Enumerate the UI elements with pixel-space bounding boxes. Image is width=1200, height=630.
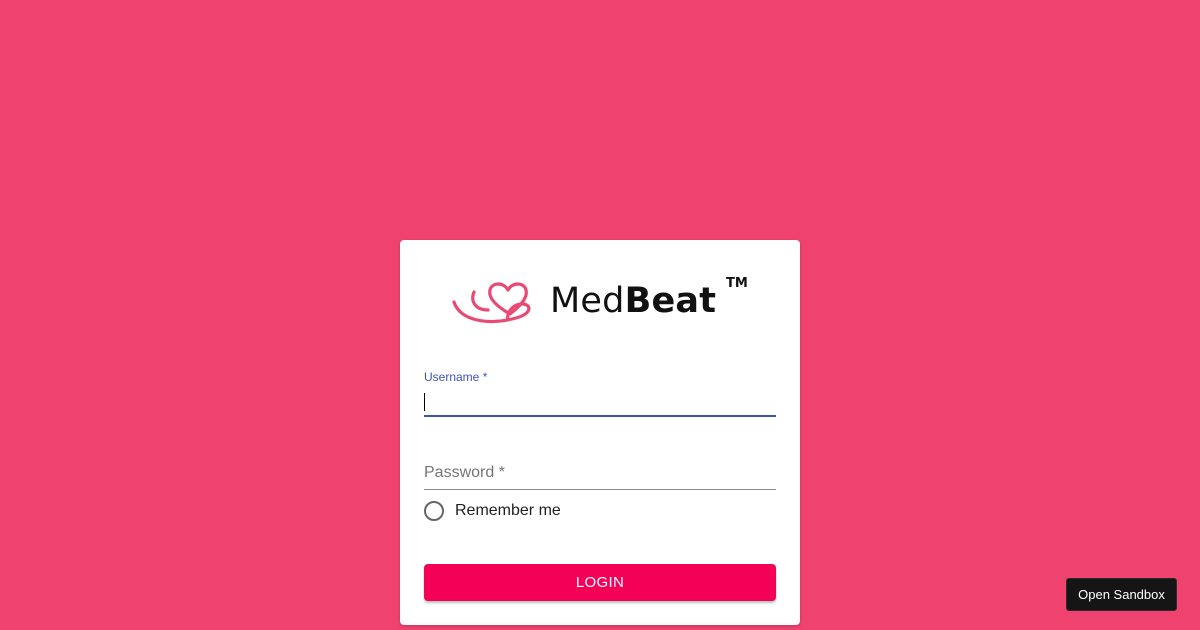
login-button[interactable]: LOGIN <box>424 564 776 601</box>
open-sandbox-button[interactable]: Open Sandbox <box>1066 578 1177 611</box>
password-field[interactable]: Password * <box>424 460 776 490</box>
remember-me-label: Remember me <box>455 502 561 519</box>
password-input[interactable] <box>424 462 776 486</box>
trademark-symbol: TM <box>726 276 748 291</box>
heart-ribbon-icon <box>452 282 531 324</box>
remember-me-option[interactable]: Remember me <box>424 500 561 522</box>
username-input[interactable] <box>424 390 776 414</box>
logo-wordmark: MedBeat <box>550 281 716 321</box>
username-underline <box>424 415 776 417</box>
medbeat-logo: MedBeat TM <box>452 276 752 330</box>
login-card: MedBeat TM Username * Password * Remembe… <box>400 240 800 625</box>
text-caret <box>424 393 425 411</box>
username-label: Username * <box>424 370 488 384</box>
username-field[interactable]: Username * <box>424 368 776 418</box>
logo-text-light: Med <box>550 281 625 321</box>
login-page: MedBeat TM Username * Password * Remembe… <box>0 0 1200 630</box>
password-underline <box>424 489 776 490</box>
remember-me-radio[interactable] <box>424 501 444 521</box>
logo-text-bold: Beat <box>624 281 717 321</box>
